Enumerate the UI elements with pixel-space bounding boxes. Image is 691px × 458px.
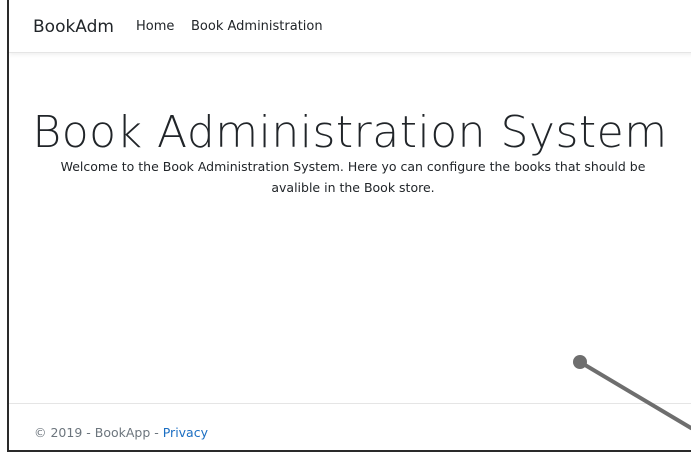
footer: © 2019 - BookApp - Privacy bbox=[34, 424, 208, 442]
footer-copyright: © 2019 - BookApp - bbox=[34, 425, 163, 440]
nav-book-administration-link[interactable]: Book Administration bbox=[191, 18, 323, 36]
brand-link[interactable]: BookAdm bbox=[33, 16, 114, 38]
footer-divider bbox=[9, 403, 691, 404]
top-navbar: BookAdm Home Book Administration bbox=[9, 0, 691, 53]
privacy-link[interactable]: Privacy bbox=[163, 425, 208, 440]
welcome-text: Welcome to the Book Administration Syste… bbox=[60, 158, 646, 195]
page-title: Book Administration System bbox=[32, 107, 668, 159]
nav-home-link[interactable]: Home bbox=[136, 18, 174, 36]
browser-viewport: BookAdm Home Book Administration Book Ad… bbox=[7, 0, 691, 452]
